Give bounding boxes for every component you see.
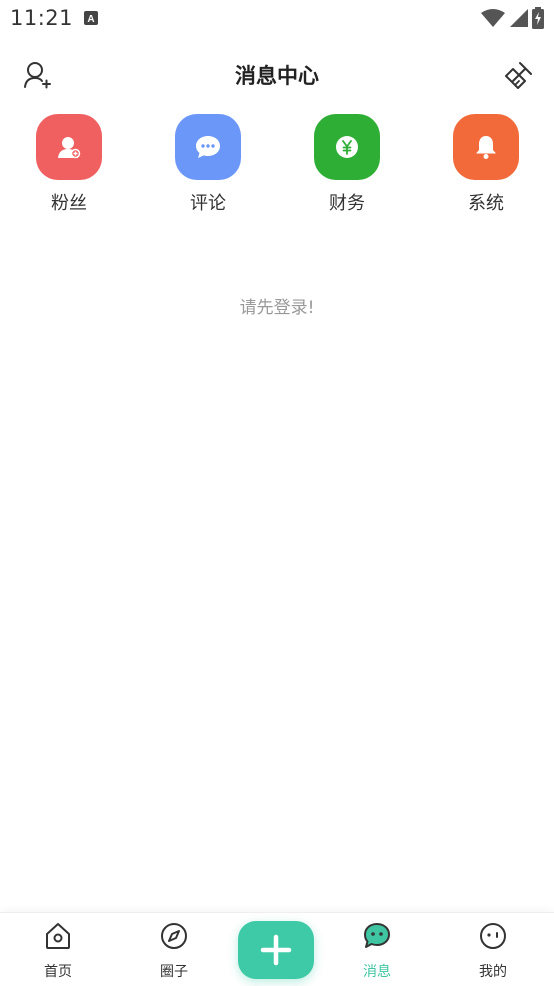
status-bar: 11:21 A bbox=[0, 0, 554, 38]
login-prompt: 请先登录! bbox=[239, 298, 315, 318]
category-label: 粉丝 bbox=[51, 193, 87, 214]
message-center-screen: 11:21 A 消息中心 粉丝 评论 财务 系统 请先登录! 首页 圈子 消息 … bbox=[0, 0, 554, 986]
notification-a-icon: A bbox=[84, 11, 98, 25]
category-label: 系统 bbox=[468, 193, 504, 214]
finance-icon bbox=[314, 114, 380, 180]
category-label: 财务 bbox=[329, 193, 365, 214]
profile-face-icon bbox=[480, 923, 506, 949]
category-comments[interactable]: 评论 bbox=[163, 114, 253, 215]
publish-button[interactable] bbox=[238, 921, 314, 979]
category-label: 评论 bbox=[190, 193, 226, 214]
comment-icon bbox=[175, 114, 241, 180]
category-finance[interactable]: 财务 bbox=[302, 114, 392, 215]
status-icons bbox=[480, 7, 544, 29]
broom-clear-icon[interactable] bbox=[504, 60, 534, 90]
nav-circle[interactable]: 圈子 bbox=[139, 921, 209, 981]
nav-messages[interactable]: 消息 bbox=[342, 921, 412, 981]
category-system[interactable]: 系统 bbox=[441, 114, 531, 215]
nav-mine-label: 我的 bbox=[479, 964, 507, 980]
home-icon bbox=[46, 923, 70, 949]
message-bubble-icon bbox=[364, 923, 390, 948]
nav-mine[interactable]: 我的 bbox=[458, 921, 528, 981]
nav-messages-label: 消息 bbox=[363, 964, 391, 980]
nav-circle-label: 圈子 bbox=[160, 964, 188, 980]
compass-icon bbox=[161, 923, 187, 949]
wifi-icon bbox=[481, 9, 505, 27]
bell-icon bbox=[453, 114, 519, 180]
message-categories: 粉丝 评论 财务 系统 bbox=[0, 114, 554, 224]
nav-home-label: 首页 bbox=[44, 964, 72, 980]
status-time: 11:21 bbox=[10, 6, 74, 30]
fans-icon bbox=[36, 114, 102, 180]
page-title: 消息中心 bbox=[235, 64, 319, 88]
battery-icon bbox=[532, 7, 544, 29]
plus-icon bbox=[260, 934, 292, 966]
nav-home[interactable]: 首页 bbox=[23, 921, 93, 981]
bottom-nav: 首页 圈子 消息 我的 bbox=[0, 912, 554, 986]
category-fans[interactable]: 粉丝 bbox=[24, 114, 114, 215]
signal-icon bbox=[510, 9, 528, 27]
header: 消息中心 bbox=[0, 52, 554, 98]
svg-text:A: A bbox=[87, 14, 94, 25]
